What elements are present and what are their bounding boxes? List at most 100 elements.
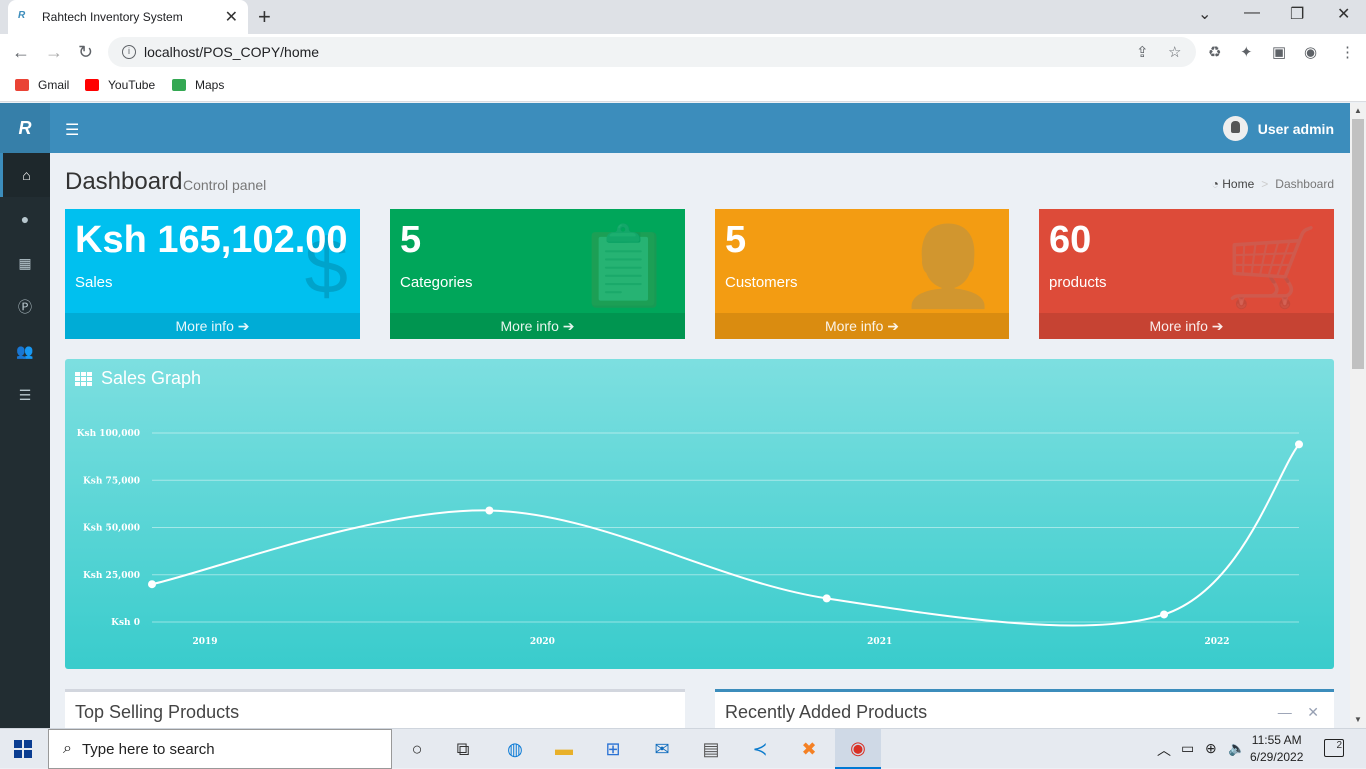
- stat-box-categories: 📋 5 Categories More info ➔: [390, 209, 685, 339]
- sales-line: [151, 443, 1300, 627]
- minimize-icon[interactable]: —: [1244, 4, 1260, 22]
- clock-time: 11:55 AM: [1251, 733, 1302, 747]
- browser-tab[interactable]: R Rahtech Inventory System ✕: [8, 0, 248, 34]
- scroll-down-icon[interactable]: ▼: [1354, 715, 1362, 724]
- home-icon: ⌂: [22, 167, 31, 183]
- user-plus-icon: 👤: [899, 222, 997, 310]
- stat-label: Sales: [75, 274, 113, 291]
- bookmark-gmail[interactable]: Gmail: [15, 78, 69, 92]
- edge-icon[interactable]: ◍: [492, 729, 538, 769]
- more-info-link[interactable]: More info ➔: [65, 313, 360, 339]
- task-view-icon[interactable]: ⧉: [440, 729, 486, 769]
- extensions-icon[interactable]: ✦: [1240, 43, 1253, 61]
- file-explorer-icon[interactable]: ▬: [541, 729, 587, 769]
- bookmark-label: Maps: [195, 78, 225, 92]
- taskbar-search-input[interactable]: ⌕ Type here to search: [48, 729, 392, 769]
- tab-close-icon[interactable]: ✕: [225, 7, 238, 27]
- more-info-link[interactable]: More info ➔: [390, 313, 685, 339]
- y-tick-label: Ksh 25,000: [83, 571, 140, 581]
- calculator-icon[interactable]: ▤: [688, 729, 734, 769]
- clipboard-icon: 📋: [575, 222, 673, 310]
- url-field[interactable]: i localhost/POS_COPY/home: [108, 37, 1196, 67]
- bookmark-label: Gmail: [38, 78, 70, 92]
- search-placeholder: Type here to search: [81, 740, 215, 758]
- clock[interactable]: 11:55 AM 6/29/2022: [1250, 732, 1303, 766]
- start-button-icon[interactable]: [14, 740, 32, 758]
- network-icon[interactable]: ⊕: [1205, 740, 1217, 757]
- sidebar-item-user[interactable]: ●: [0, 197, 50, 241]
- data-point: [822, 594, 831, 603]
- y-tick-label: Ksh 0: [111, 618, 140, 628]
- new-tab-icon[interactable]: +: [258, 4, 271, 30]
- sidebar-toggle-icon[interactable]: ☰: [65, 120, 79, 140]
- sidebar-item-list[interactable]: ☰: [0, 373, 50, 417]
- y-tick-label: Ksh 100,000: [77, 429, 140, 439]
- reload-icon[interactable]: ↻: [78, 42, 93, 63]
- app-logo[interactable]: R: [0, 103, 50, 153]
- stat-value: Ksh 165,102.00: [75, 219, 348, 261]
- chrome-icon[interactable]: ◉: [835, 729, 881, 769]
- y-tick-label: Ksh 75,000: [83, 476, 140, 486]
- sidebar-item-home[interactable]: ⌂: [0, 153, 50, 197]
- scroll-up-icon[interactable]: ▲: [1354, 106, 1362, 115]
- recycle-extension-icon[interactable]: ♻: [1208, 43, 1221, 61]
- volume-icon[interactable]: 🔈: [1228, 740, 1245, 757]
- collapse-icon[interactable]: —: [1278, 704, 1292, 720]
- side-panel-icon[interactable]: ▣: [1272, 43, 1286, 61]
- page-title: Dashboard: [65, 168, 183, 195]
- tab-title: Rahtech Inventory System: [42, 10, 183, 24]
- site-info-icon[interactable]: i: [122, 45, 136, 59]
- bookmark-youtube[interactable]: YouTube: [85, 78, 155, 92]
- battery-icon[interactable]: ▭: [1181, 740, 1194, 757]
- stat-label: Categories: [400, 274, 473, 291]
- page-scrollbar[interactable]: ▲ ▼: [1350, 103, 1366, 731]
- search-icon: ⌕: [63, 740, 72, 757]
- breadcrumb-current: Dashboard: [1275, 177, 1334, 191]
- sidebar-item-customers[interactable]: 👥: [0, 329, 50, 373]
- gmail-icon: [15, 79, 29, 91]
- stat-value: 5: [400, 219, 422, 261]
- mail-icon[interactable]: ✉: [639, 729, 685, 769]
- back-icon[interactable]: ←: [12, 42, 30, 63]
- cortana-icon[interactable]: ○: [394, 729, 440, 769]
- bookmark-label: YouTube: [108, 78, 156, 92]
- notification-center-icon[interactable]: 2: [1324, 739, 1344, 757]
- user-menu[interactable]: User admin: [1222, 116, 1334, 141]
- grid-icon: ▦: [18, 255, 32, 271]
- clock-date: 6/29/2022: [1250, 750, 1304, 764]
- cart-icon: 🛒: [1224, 222, 1322, 310]
- windows-taskbar: ⌕ Type here to search ○ ⧉ ◍ ▬ ⊞ ✉ ▤ ≺ ✖ …: [0, 728, 1366, 769]
- stat-label: products: [1049, 274, 1107, 291]
- recent-products-panel: Recently Added Products — ✕: [715, 689, 1334, 731]
- tray-expand-icon[interactable]: ︿: [1157, 740, 1171, 760]
- profile-avatar-icon[interactable]: ◉: [1304, 43, 1317, 61]
- sales-chart: Ksh 0 Ksh 25,000 Ksh 50,000 Ksh 75,000 Ksh 1…: [77, 429, 1303, 647]
- remove-icon[interactable]: ✕: [1307, 704, 1319, 720]
- tab-search-icon[interactable]: ⌄: [1198, 4, 1211, 24]
- user-label: User admin: [1257, 120, 1334, 137]
- xampp-icon[interactable]: ✖: [786, 729, 832, 769]
- store-icon[interactable]: ⊞: [590, 729, 636, 769]
- bookmark-maps[interactable]: Maps: [172, 78, 224, 92]
- chrome-menu-icon[interactable]: ⋮: [1340, 43, 1355, 61]
- window-close-icon[interactable]: ✕: [1337, 4, 1350, 24]
- restore-icon[interactable]: ❐: [1290, 4, 1304, 24]
- maps-icon: [172, 79, 186, 91]
- site-favicon-icon: R: [18, 10, 26, 21]
- main-content: Dashboard Control panel ◔ Home > Dashboard…: [50, 153, 1350, 731]
- app-header: R ☰ User admin: [0, 103, 1350, 153]
- grid-icon: [75, 371, 93, 386]
- share-icon[interactable]: ⇪: [1136, 43, 1149, 61]
- breadcrumb-home-link[interactable]: Home: [1222, 177, 1254, 191]
- bookmark-star-icon[interactable]: ☆: [1168, 43, 1181, 61]
- x-tick-label: 2019: [192, 637, 217, 647]
- sidebar-item-products[interactable]: Ⓟ: [0, 285, 50, 329]
- user-icon: ●: [20, 211, 30, 227]
- more-info-link[interactable]: More info ➔: [715, 313, 1009, 339]
- scroll-thumb[interactable]: [1352, 119, 1364, 369]
- more-info-link[interactable]: More info ➔: [1039, 313, 1334, 339]
- vscode-icon[interactable]: ≺: [737, 729, 783, 769]
- sidebar-item-grid[interactable]: ▦: [0, 241, 50, 285]
- forward-icon[interactable]: →: [45, 42, 63, 63]
- url-text: localhost/POS_COPY/home: [144, 44, 320, 60]
